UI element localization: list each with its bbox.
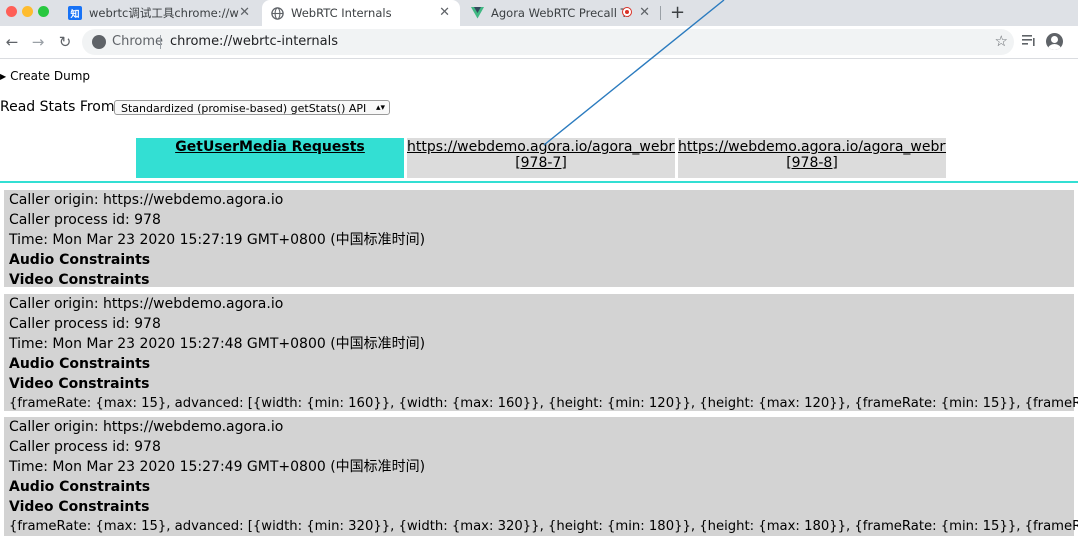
create-dump-label: Create Dump [10,69,90,83]
globe-icon [270,6,284,20]
vue-favicon-icon [470,6,484,20]
tab-id-label: [978-7] [515,155,567,171]
tab-title: webrtc调试工具chrome://webr [89,6,239,20]
new-tab-button[interactable]: + [670,2,685,23]
request-time: Time: Mon Mar 23 2020 15:27:19 GMT+0800 … [9,232,426,248]
tab-close-icon[interactable]: ✕ [639,5,650,20]
tab-getusermedia-requests[interactable]: GetUserMedia Requests [136,138,404,178]
caller-origin: Caller origin: https://webdemo.agora.io [9,192,284,208]
omnibox-divider [160,35,161,49]
audio-constraints-heading: Audio Constraints [9,479,151,495]
scheme-label: Chrome [112,34,163,49]
tab-underline [0,181,1078,183]
chrome-info-icon[interactable] [92,35,106,49]
read-stats-select[interactable]: Standardized (promise-based) getStats() … [114,100,390,115]
zhihu-favicon-icon: 知 [68,6,82,20]
tab-title: Agora WebRTC Precall Tes [491,6,629,20]
tab-close-icon[interactable]: ✕ [239,5,250,20]
tab-title: WebRTC Internals [291,6,392,20]
tab-strip: 知 webrtc调试工具chrome://webr ✕ WebRTC Inter… [0,0,1078,26]
getusermedia-request: Caller origin: https://webdemo.agora.io … [4,417,1078,536]
bookmark-star-icon[interactable]: ☆ [995,32,1008,50]
tab-close-icon[interactable]: ✕ [439,5,450,20]
tab-label: https://webdemo.agora.io/agora_webrtc [678,139,946,155]
window-minimize-button[interactable] [22,6,33,17]
tab-peer-connection-978-8[interactable]: https://webdemo.agora.io/agora_webrtc [9… [678,138,946,178]
read-stats-label: Read Stats From: [0,99,120,115]
forward-button[interactable]: → [28,32,48,52]
disclosure-triangle-icon: ▶ [0,72,7,81]
request-time: Time: Mon Mar 23 2020 15:27:49 GMT+0800 … [9,459,426,475]
tab-peer-connection-978-7[interactable]: https://webdemo.agora.io/agora_webrtc [9… [407,138,675,178]
tab-label: https://webdemo.agora.io/agora_webrtc [407,139,675,155]
tab-agora-precall[interactable]: Agora WebRTC Precall Tes ✕ [462,0,660,26]
video-constraints-heading: Video Constraints [9,376,150,392]
tab-id-label: [978-8] [786,155,838,171]
video-constraints-heading: Video Constraints [9,499,150,515]
profile-avatar-icon[interactable] [1046,33,1063,50]
audio-constraints-heading: Audio Constraints [9,356,151,372]
recording-indicator-icon [622,7,632,17]
window-maximize-button[interactable] [38,6,49,17]
browser-toolbar: ← → ↻ Chrome chrome://webrtc-internals ☆ [0,26,1078,59]
webrtc-internals-page: ▶ Create Dump Read Stats From: Standardiz… [0,59,1078,536]
tab-separator [660,6,661,20]
address-bar[interactable]: Chrome chrome://webrtc-internals ☆ [82,29,1014,55]
video-constraints-value: {frameRate: {max: 15}, advanced: [{width… [9,519,1078,534]
tab-webrtc-tool[interactable]: 知 webrtc调试工具chrome://webr ✕ [60,0,260,26]
caller-origin: Caller origin: https://webdemo.agora.io [9,296,284,312]
url-text[interactable]: chrome://webrtc-internals [170,34,338,49]
audio-constraints-heading: Audio Constraints [9,252,151,268]
getusermedia-request: Caller origin: https://webdemo.agora.io … [4,190,1074,288]
caller-process-id: Caller process id: 978 [9,316,161,332]
back-button[interactable]: ← [2,32,22,52]
reading-list-icon[interactable] [1019,32,1039,52]
getusermedia-request: Caller origin: https://webdemo.agora.io … [4,294,1078,411]
read-stats-value: Standardized (promise-based) getStats() … [121,102,367,115]
caller-origin: Caller origin: https://webdemo.agora.io [9,419,284,435]
video-constraints-value: {frameRate: {max: 15}, advanced: [{width… [9,396,1078,411]
tab-webrtc-internals[interactable]: WebRTC Internals ✕ [262,0,460,26]
reload-button[interactable]: ↻ [55,32,75,52]
window-close-button[interactable] [6,6,17,17]
caller-process-id: Caller process id: 978 [9,439,161,455]
create-dump-toggle[interactable]: ▶ Create Dump [0,69,90,83]
request-time: Time: Mon Mar 23 2020 15:27:48 GMT+0800 … [9,336,426,352]
select-arrows-icon: ▴▾ [375,103,385,113]
caller-process-id: Caller process id: 978 [9,212,161,228]
tab-label: GetUserMedia Requests [175,139,365,155]
video-constraints-heading: Video Constraints [9,272,150,288]
